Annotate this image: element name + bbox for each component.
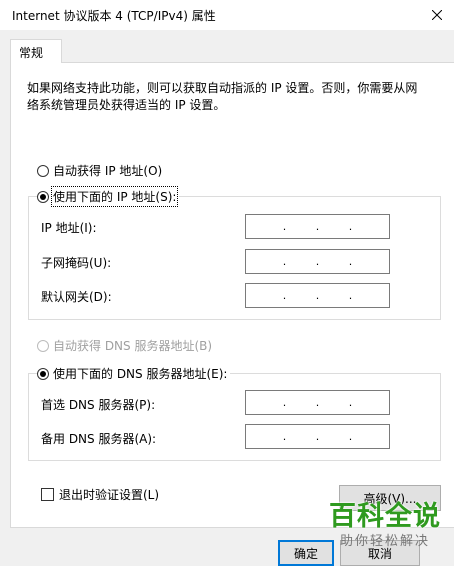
description-text: 如果网络支持此功能，则可以获取自动指派的 IP 设置。否则，你需要从网络系统管理… — [27, 81, 418, 112]
alternate-dns-input[interactable]: ... — [245, 424, 390, 449]
dns-auto-radio[interactable]: 自动获得 DNS 服务器地址(B) — [37, 337, 212, 354]
subnet-mask-label: 子网掩码(U): — [41, 256, 112, 270]
dns-manual-label: 使用下面的 DNS 服务器地址(E): — [53, 367, 228, 381]
default-gateway-label: 默认网关(D): — [41, 290, 112, 304]
default-gateway-input[interactable]: ... — [245, 283, 390, 308]
ip-manual-label: 使用下面的 IP 地址(S): — [50, 186, 179, 207]
validate-on-exit-checkbox[interactable]: 退出时验证设置(L) — [41, 486, 159, 503]
preferred-dns-label: 首选 DNS 服务器(P): — [41, 398, 156, 412]
validate-on-exit-label: 退出时验证设置(L) — [59, 488, 160, 502]
title-bar: Internet 协议版本 4 (TCP/IPv4) 属性 — [0, 0, 454, 30]
preferred-dns-input[interactable]: ... — [245, 390, 390, 415]
radio-circle-disabled — [37, 339, 49, 352]
dns-manual-radio[interactable]: 使用下面的 DNS 服务器地址(E): — [37, 365, 231, 382]
alternate-dns-label: 备用 DNS 服务器(A): — [41, 432, 157, 446]
tab-general[interactable]: 常规 — [10, 39, 62, 63]
window-title: Internet 协议版本 4 (TCP/IPv4) 属性 — [12, 9, 216, 23]
ip-address-input[interactable]: ... — [245, 214, 390, 239]
watermark-subtitle: 助你轻松解决 — [339, 534, 430, 549]
ip-auto-label: 自动获得 IP 地址(O) — [53, 164, 163, 178]
subnet-mask-input[interactable]: ... — [245, 249, 390, 274]
checkbox-box — [41, 488, 54, 501]
close-icon — [432, 10, 442, 20]
watermark-logo: 百科全说 助你轻松解决 — [316, 500, 454, 566]
dns-auto-label: 自动获得 DNS 服务器地址(B) — [53, 339, 213, 353]
radio-circle-selected — [37, 190, 49, 203]
watermark-title: 百科全说 — [329, 501, 441, 532]
radio-circle — [37, 164, 49, 177]
ip-manual-radio[interactable]: 使用下面的 IP 地址(S): — [37, 186, 180, 207]
ip-auto-radio[interactable]: 自动获得 IP 地址(O) — [37, 162, 162, 179]
ip-address-label: IP 地址(I): — [41, 221, 97, 235]
close-button[interactable] — [420, 0, 454, 30]
tab-general-label: 常规 — [19, 46, 44, 60]
radio-circle-selected — [37, 367, 49, 380]
